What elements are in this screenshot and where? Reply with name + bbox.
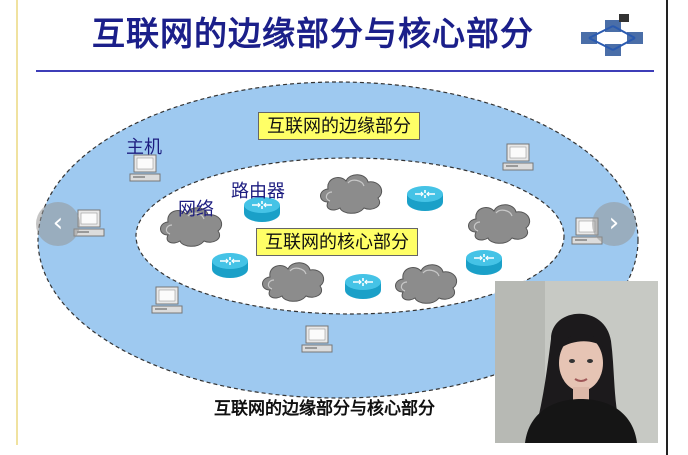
frame-edge: [666, 0, 668, 455]
presenter-image: [495, 281, 658, 443]
next-slide-button[interactable]: ›: [592, 202, 636, 246]
router-icon: [406, 185, 444, 212]
router-icon: [465, 249, 503, 276]
computer-icon: [502, 143, 534, 171]
edge-label: 互联网的边缘部分: [258, 112, 420, 140]
prev-slide-button[interactable]: ‹: [36, 202, 80, 246]
host-label: 主机: [126, 137, 162, 158]
slide-caption: 互联网的边缘部分与核心部分: [214, 399, 435, 419]
network-label: 网络: [178, 199, 214, 220]
slide-viewer: 互联网的边缘部分与核心部分 互联网的边缘部分 互联网的核心部分 主机 网络 路由…: [0, 0, 688, 455]
router-icon: [211, 252, 249, 279]
router-icon: [344, 273, 382, 300]
router-label: 路由器: [231, 181, 285, 202]
computer-icon: [301, 325, 333, 353]
core-label: 互联网的核心部分: [256, 228, 418, 256]
computer-icon: [151, 286, 183, 314]
presenter-video: [495, 281, 658, 443]
